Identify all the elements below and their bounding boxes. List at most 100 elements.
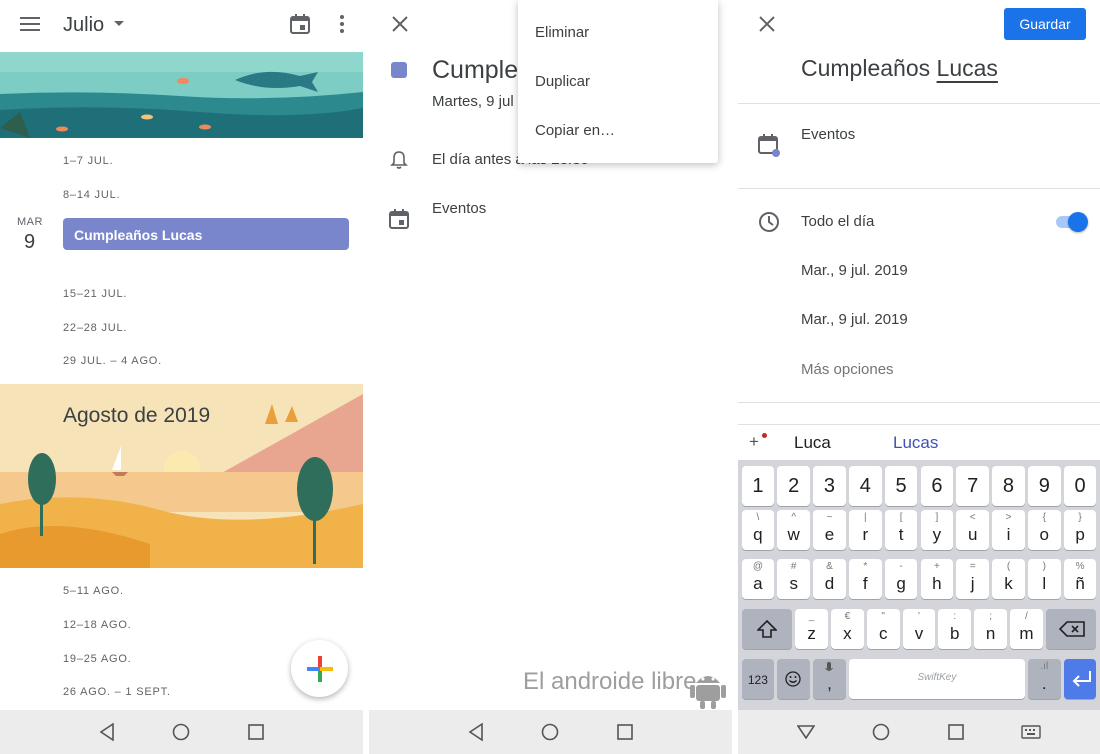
end-date[interactable]: Mar., 9 jul. 2019 bbox=[801, 311, 908, 328]
start-date[interactable]: Mar., 9 jul. 2019 bbox=[801, 262, 908, 279]
plus-icon[interactable]: + bbox=[749, 432, 759, 452]
key-9[interactable]: 9 bbox=[1027, 466, 1061, 506]
key-g[interactable]: -g bbox=[884, 559, 918, 599]
android-mascot-icon bbox=[690, 676, 726, 709]
shift-key[interactable] bbox=[741, 609, 793, 649]
recents-icon[interactable] bbox=[617, 724, 633, 740]
divider bbox=[738, 402, 1100, 403]
month-title[interactable]: Julio bbox=[63, 14, 104, 37]
key-alt-label: { bbox=[1042, 512, 1046, 523]
key-x[interactable]: € x bbox=[831, 609, 864, 649]
key-label: a bbox=[753, 574, 763, 593]
key-h[interactable]: + h bbox=[920, 559, 954, 599]
chevron-down-icon[interactable] bbox=[114, 21, 124, 27]
key-d[interactable]: & d bbox=[813, 559, 846, 599]
key-y[interactable]: ] y bbox=[920, 510, 954, 550]
key-a[interactable]: @ a bbox=[741, 559, 775, 599]
key-1[interactable]: 1 bbox=[741, 466, 775, 506]
mic-comma-key[interactable]: , bbox=[813, 659, 846, 699]
key-alt-label: # bbox=[790, 561, 797, 572]
key-j[interactable]: = j bbox=[956, 559, 990, 599]
key-ñ[interactable]: % ñ bbox=[1063, 559, 1097, 599]
key-label: . bbox=[1041, 674, 1047, 693]
key-n[interactable]: ; n bbox=[974, 609, 1007, 649]
more-options-link[interactable]: Más opciones bbox=[801, 361, 894, 378]
key-i[interactable]: > i bbox=[992, 510, 1025, 550]
key-z[interactable]: _ z bbox=[795, 609, 828, 649]
key-k[interactable]: (k bbox=[992, 559, 1025, 599]
key-q[interactable]: \ q bbox=[741, 510, 775, 550]
key-7[interactable]: 7 bbox=[956, 466, 990, 506]
period-key[interactable]: .ıl. bbox=[1027, 659, 1061, 699]
key-l[interactable]: ) l bbox=[1027, 559, 1061, 599]
key-2[interactable]: 2 bbox=[777, 466, 811, 506]
key-f[interactable]: * f bbox=[848, 559, 882, 599]
home-icon[interactable] bbox=[541, 723, 559, 741]
back-icon[interactable] bbox=[468, 723, 484, 741]
key-label: l bbox=[1042, 574, 1047, 593]
android-nav-bar bbox=[0, 710, 363, 754]
menu-item-delete[interactable]: Eliminar bbox=[518, 8, 718, 57]
create-event-fab[interactable] bbox=[291, 640, 348, 697]
key-6[interactable]: 6 bbox=[920, 466, 954, 506]
week-label: 5–11 AGO. bbox=[63, 585, 124, 597]
numbers-mode-key[interactable]: 123 bbox=[741, 659, 775, 699]
event-title-input[interactable]: Cumpleaños Lucas bbox=[801, 55, 998, 82]
all-day-toggle[interactable] bbox=[1056, 212, 1088, 232]
key-alt-label: € bbox=[844, 611, 851, 622]
recents-icon[interactable] bbox=[248, 724, 264, 740]
key-alt-label: .ıl bbox=[1040, 661, 1049, 672]
key-b[interactable]: :b bbox=[938, 609, 972, 649]
key-5[interactable]: 5 bbox=[884, 466, 918, 506]
key-label: m bbox=[1019, 624, 1034, 643]
back-down-icon[interactable] bbox=[796, 725, 815, 739]
key-p[interactable]: } p bbox=[1063, 510, 1097, 550]
home-icon[interactable] bbox=[172, 723, 190, 741]
home-icon[interactable] bbox=[872, 723, 890, 741]
save-button[interactable]: Guardar bbox=[1004, 8, 1086, 40]
emoji-key[interactable] bbox=[777, 659, 811, 699]
week-label: 8–14 JUL. bbox=[63, 189, 121, 201]
key-0[interactable]: 0 bbox=[1063, 466, 1097, 506]
key-label: u bbox=[967, 525, 978, 544]
more-vert-icon[interactable] bbox=[338, 14, 346, 34]
key-alt-label: \ bbox=[756, 512, 760, 523]
enter-key[interactable] bbox=[1063, 659, 1097, 699]
event-detail-panel: Cumpleaños Lucas Martes, 9 jul El día an… bbox=[369, 0, 732, 754]
day-number[interactable]: 9 bbox=[24, 231, 35, 254]
key-w[interactable]: ^ w bbox=[777, 510, 811, 550]
key-r[interactable]: | r bbox=[848, 510, 882, 550]
menu-icon[interactable] bbox=[20, 16, 42, 32]
space-key[interactable]: SwiftKey bbox=[848, 659, 1025, 699]
suggestion-item[interactable]: Luca bbox=[794, 433, 831, 453]
menu-item-copy-to[interactable]: Copiar en… bbox=[518, 106, 718, 155]
key-4[interactable]: 4 bbox=[848, 466, 882, 506]
key-o[interactable]: {o bbox=[1027, 510, 1061, 550]
calendar-selector[interactable]: Eventos bbox=[801, 126, 855, 143]
key-v[interactable]: ' v bbox=[902, 609, 936, 649]
key-label: j bbox=[970, 574, 975, 593]
close-icon[interactable] bbox=[758, 15, 776, 33]
bell-icon bbox=[390, 151, 408, 169]
suggestion-item[interactable]: Lucas bbox=[893, 433, 938, 453]
keyboard-icon[interactable] bbox=[1021, 725, 1041, 739]
back-icon[interactable] bbox=[99, 723, 115, 741]
recents-icon[interactable] bbox=[947, 724, 964, 740]
watermark-text: El androide libre bbox=[523, 668, 697, 695]
event-chip[interactable]: Cumpleaños Lucas bbox=[63, 218, 349, 250]
key-label: x bbox=[843, 624, 852, 643]
close-icon[interactable] bbox=[391, 15, 409, 33]
key-u[interactable]: < u bbox=[956, 510, 990, 550]
key-m[interactable]: / m bbox=[1010, 609, 1043, 649]
menu-item-duplicate[interactable]: Duplicar bbox=[518, 57, 718, 106]
key-e[interactable]: ~ e bbox=[813, 510, 846, 550]
key-t[interactable]: [t bbox=[884, 510, 918, 550]
key-label: 1 bbox=[752, 475, 764, 497]
calendar-schedule-panel: Julio 1–7 JUL. 8–14 JUL. MAR 9 Cumpleaño… bbox=[0, 0, 363, 754]
key-3[interactable]: 3 bbox=[813, 466, 846, 506]
backspace-key[interactable] bbox=[1045, 609, 1097, 649]
key-8[interactable]: 8 bbox=[992, 466, 1025, 506]
key-c[interactable]: " c bbox=[866, 609, 900, 649]
key-s[interactable]: # s bbox=[777, 559, 811, 599]
today-calendar-icon[interactable] bbox=[289, 13, 311, 35]
